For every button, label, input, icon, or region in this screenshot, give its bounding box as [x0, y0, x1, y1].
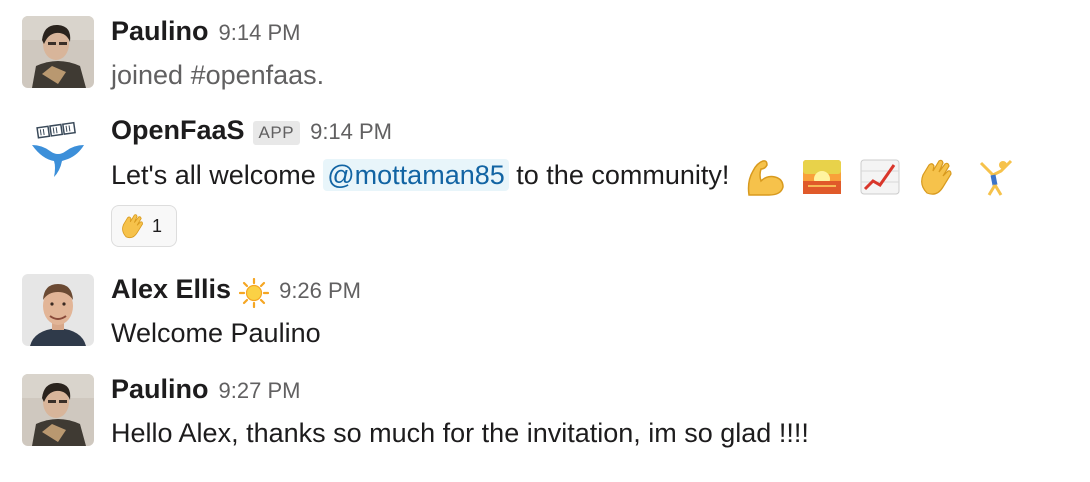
app-badge: APP: [252, 121, 301, 145]
sunrise-icon: [800, 157, 844, 197]
message-header: OpenFaaS APP 9:14 PM: [111, 115, 392, 149]
message-list: Paulino 9:14 PM joined #openfaas. OpenFa…: [0, 0, 1090, 482]
sun-icon[interactable]: [239, 278, 270, 308]
person-cartwheeling-icon: [973, 157, 1017, 197]
paulino-avatar-image: [22, 16, 94, 88]
openfaas-whale-logo: [22, 115, 94, 187]
avatar[interactable]: [22, 274, 94, 346]
waving-hand-icon: [122, 214, 143, 239]
message-header: Paulino 9:14 PM: [111, 16, 300, 50]
message-header: Alex Ellis 9:26 PM: [111, 274, 361, 308]
timestamp[interactable]: 9:14 PM: [310, 119, 392, 145]
system-message-text: joined #openfaas.: [111, 60, 325, 90]
message-text: Hello Alex, thanks so much for the invit…: [111, 418, 809, 448]
message-item: Paulino 9:27 PM Hello Alex, thanks so mu…: [0, 374, 1090, 454]
paulino-avatar-image: [22, 374, 94, 446]
timestamp[interactable]: 9:14 PM: [219, 20, 301, 46]
timestamp[interactable]: 9:27 PM: [219, 378, 301, 404]
message-header: Paulino 9:27 PM: [111, 374, 300, 408]
avatar[interactable]: [22, 374, 94, 446]
alex-avatar-image: [22, 274, 94, 346]
avatar[interactable]: [22, 115, 94, 187]
reaction-pill[interactable]: 1: [111, 205, 177, 247]
author-name[interactable]: OpenFaaS: [111, 115, 245, 146]
message-item: Alex Ellis 9:26 PM Welcome Paulino: [0, 274, 1090, 354]
chart-increasing-icon: [858, 157, 902, 197]
flexed-biceps-icon: [743, 157, 787, 197]
user-mention[interactable]: @mottaman85: [323, 159, 509, 192]
message-text: Welcome Paulino: [111, 318, 321, 348]
message-text: Let's all welcome @mottaman85 to the com…: [111, 157, 1017, 197]
message-item: Paulino 9:14 PM joined #openfaas.: [0, 16, 1090, 96]
message-text-part: Let's all welcome: [111, 160, 316, 191]
reaction-count: 1: [152, 215, 163, 236]
waving-hand-icon: [915, 157, 959, 197]
message-item: OpenFaaS APP 9:14 PM Let's all welcome @…: [0, 115, 1090, 255]
author-name[interactable]: Alex Ellis: [111, 274, 231, 305]
author-name[interactable]: Paulino: [111, 374, 209, 405]
timestamp[interactable]: 9:26 PM: [279, 278, 361, 304]
message-text-part: to the community!: [516, 160, 730, 191]
avatar[interactable]: [22, 16, 94, 88]
author-name[interactable]: Paulino: [111, 16, 209, 47]
